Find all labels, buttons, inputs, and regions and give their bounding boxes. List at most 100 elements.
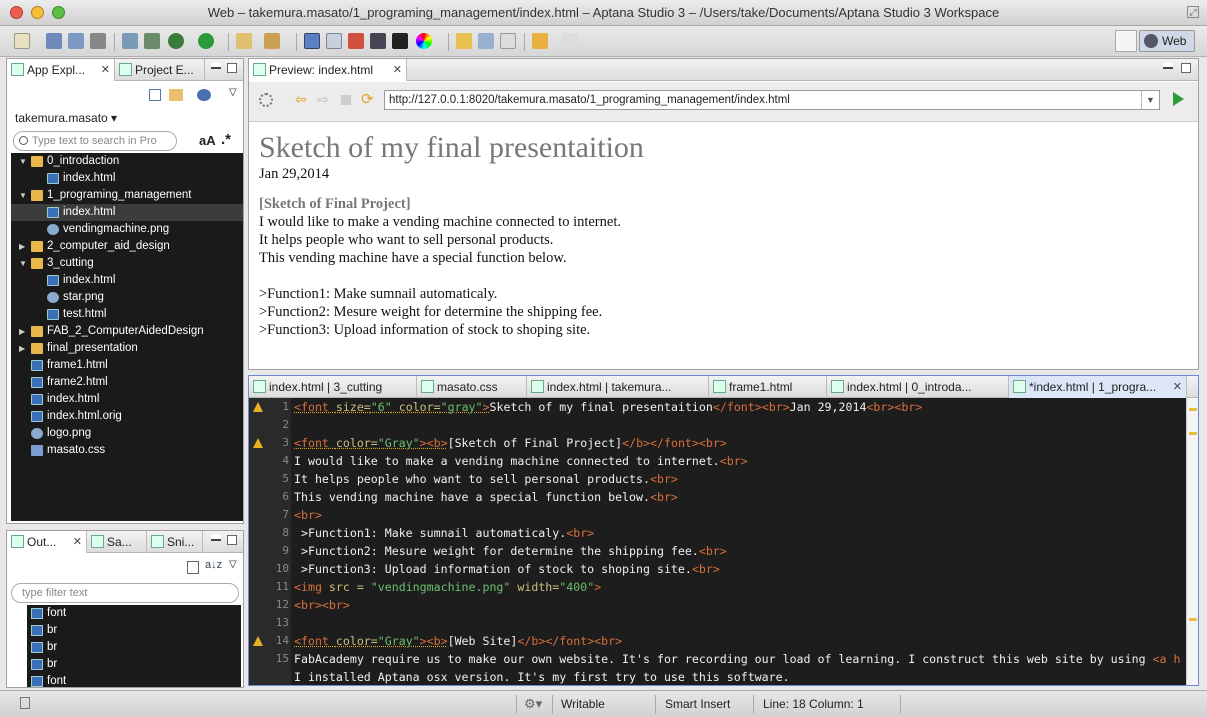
block-select-icon[interactable] <box>478 33 494 49</box>
photo-icon[interactable] <box>370 33 386 49</box>
run-icon[interactable] <box>198 33 214 49</box>
home-icon[interactable] <box>348 33 364 49</box>
show-whitespace-icon[interactable] <box>500 33 516 49</box>
overview-ruler[interactable] <box>1186 398 1198 685</box>
tree-file[interactable]: index.html.orig <box>11 408 243 425</box>
open-folder-icon[interactable] <box>236 33 252 49</box>
fullscreen-icon[interactable]: ⤢ <box>1187 6 1199 18</box>
tab-editor[interactable]: index.html | 0_introda... <box>827 376 1009 398</box>
view-menu-icon[interactable]: ▽ <box>229 87 237 98</box>
save-all-icon[interactable] <box>68 33 84 49</box>
tree-file[interactable]: index.html <box>11 272 243 289</box>
expanded-arrow-icon[interactable]: ▼ <box>19 153 27 170</box>
tree-file[interactable]: test.html <box>11 306 243 323</box>
print-icon[interactable] <box>90 33 106 49</box>
outline-filter-input[interactable]: type filter text <box>11 583 239 603</box>
warning-marker[interactable] <box>1189 618 1197 621</box>
fast-view-icon[interactable] <box>20 697 30 709</box>
terminal-icon[interactable] <box>392 33 408 49</box>
refresh-icon[interactable]: ⟳ <box>361 90 374 108</box>
maximize-view-icon[interactable] <box>1181 63 1191 73</box>
warning-marker[interactable] <box>1189 432 1197 435</box>
save-icon[interactable] <box>46 33 62 49</box>
collapsed-arrow-icon[interactable]: ▶ <box>19 238 25 255</box>
tree-folder[interactable]: ▶ FAB_2_ComputerAidedDesign <box>11 323 243 340</box>
settings-gear-icon[interactable] <box>197 89 211 101</box>
publish-icon[interactable] <box>122 33 138 49</box>
tree-folder[interactable]: ▶ 2_computer_aid_design <box>11 238 243 255</box>
view-menu-icon[interactable]: ▽ <box>229 559 237 570</box>
tree-file[interactable]: index.html <box>11 391 243 408</box>
back-icon[interactable]: ⇦ <box>295 91 307 108</box>
tab-preview[interactable]: Preview: index.html ✕ <box>249 59 407 81</box>
tree-file[interactable]: star.png <box>11 289 243 306</box>
stop-icon[interactable] <box>341 95 351 105</box>
hierarchy-icon[interactable] <box>326 33 342 49</box>
minimize-view-icon[interactable] <box>1163 63 1173 69</box>
tab-app-explorer[interactable]: App Expl... ✕ <box>7 59 115 81</box>
tree-file[interactable]: frame2.html <box>11 374 243 391</box>
collapsed-arrow-icon[interactable]: ▶ <box>19 340 25 357</box>
close-window-button[interactable] <box>10 6 23 19</box>
forward-icon[interactable] <box>562 33 578 49</box>
forward-icon[interactable]: ⇨ <box>317 91 329 108</box>
close-tab-icon[interactable]: ✕ <box>1173 376 1182 398</box>
close-tab-icon[interactable]: ✕ <box>101 59 110 81</box>
new-file-icon[interactable] <box>14 33 30 49</box>
tree-file[interactable]: masato.css <box>11 442 243 459</box>
explorer-search-input[interactable]: Type text to search in Pro <box>13 131 177 151</box>
minimize-window-button[interactable] <box>31 6 44 19</box>
layout-icon[interactable] <box>304 33 320 49</box>
collapse-all-icon[interactable] <box>149 89 161 101</box>
sort-icon[interactable]: a↓z <box>205 559 222 571</box>
tree-file[interactable]: vendingmachine.png <box>11 221 243 238</box>
back-icon[interactable] <box>532 33 548 49</box>
case-sensitive-toggle[interactable]: aA <box>199 133 216 148</box>
warning-icon[interactable] <box>253 636 263 646</box>
tree-file[interactable]: logo.png <box>11 425 243 442</box>
collapse-icon[interactable] <box>187 561 199 574</box>
tree-folder[interactable]: ▼ 3_cutting <box>11 255 243 272</box>
collapsed-arrow-icon[interactable]: ▶ <box>19 323 25 340</box>
zoom-window-button[interactable] <box>52 6 65 19</box>
minimize-view-icon[interactable] <box>211 535 221 541</box>
minimize-view-icon[interactable] <box>211 63 221 69</box>
gear-icon[interactable] <box>259 93 273 107</box>
tree-folder[interactable]: ▼ 0_introdaction <box>11 153 243 170</box>
tree-folder[interactable]: ▶ final_presentation <box>11 340 243 357</box>
code-area[interactable]: 1 2 3 4 5 6 7 8 9 10 11 12 13 14 15 <fon… <box>249 398 1198 685</box>
open-perspective-icon[interactable] <box>1115 30 1137 52</box>
go-icon[interactable] <box>1173 92 1184 106</box>
debug-icon[interactable] <box>168 33 184 49</box>
gear-icon[interactable]: ⚙▾ <box>524 696 542 712</box>
maximize-view-icon[interactable] <box>227 63 237 73</box>
project-selector[interactable]: takemura.masato ▾ <box>15 111 117 125</box>
tree-file[interactable]: frame1.html <box>11 357 243 374</box>
warning-icon[interactable] <box>253 402 263 412</box>
warning-marker[interactable] <box>1189 408 1197 411</box>
tab-editor[interactable]: index.html | takemura... <box>527 376 709 398</box>
tree-file[interactable]: index.html <box>11 170 243 187</box>
tab-editor[interactable]: frame1.html <box>709 376 827 398</box>
regex-toggle[interactable]: .* <box>221 131 231 148</box>
web-perspective-button[interactable]: Web <box>1139 30 1195 52</box>
highlight-icon[interactable] <box>456 33 472 49</box>
tab-snippets[interactable]: Sni... <box>147 531 203 553</box>
warning-icon[interactable] <box>253 438 263 448</box>
tab-editor[interactable]: index.html | 3_cutting <box>249 376 417 398</box>
url-input[interactable]: http://127.0.0.1:8020/takemura.masato/1_… <box>384 90 1160 110</box>
maximize-view-icon[interactable] <box>227 535 237 545</box>
expanded-arrow-icon[interactable]: ▼ <box>19 255 27 272</box>
wand-icon[interactable] <box>264 33 280 49</box>
close-tab-icon[interactable]: ✕ <box>73 531 82 553</box>
expanded-arrow-icon[interactable]: ▼ <box>19 187 27 204</box>
close-tab-icon[interactable]: ✕ <box>393 59 402 81</box>
tab-project-explorer[interactable]: Project E... <box>115 59 205 81</box>
folder-menu-icon[interactable] <box>169 89 183 101</box>
tab-outline[interactable]: Out... ✕ <box>7 531 87 553</box>
tab-samples[interactable]: Sa... <box>87 531 147 553</box>
tree-file[interactable]: index.html <box>11 204 243 221</box>
tree-folder[interactable]: ▼ 1_programing_management <box>11 187 243 204</box>
url-dropdown-icon[interactable]: ▼ <box>1141 91 1159 109</box>
tab-editor-active[interactable]: *index.html | 1_progra... ✕ <box>1009 376 1187 398</box>
